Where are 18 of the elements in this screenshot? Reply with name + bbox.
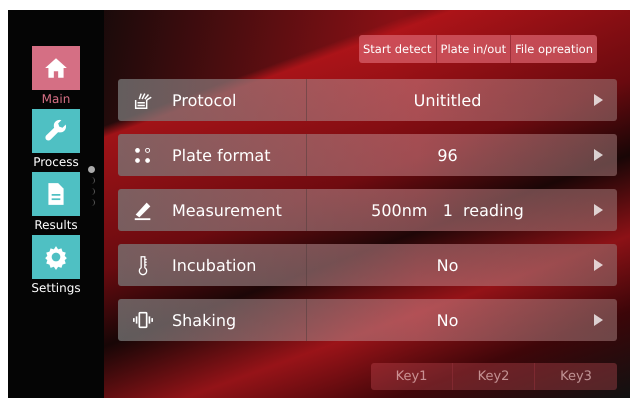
setting-row[interactable]: Plate format 96 <box>118 134 617 176</box>
key-button[interactable]: Key2 <box>453 363 535 390</box>
arrow-icon <box>594 204 603 216</box>
arrow-icon <box>594 149 603 161</box>
arrow-icon <box>594 94 603 106</box>
setting-row[interactable]: Measurement 500nm 1 reading <box>118 189 617 231</box>
setting-row[interactable]: Incubation No <box>118 244 617 286</box>
toolbar-button[interactable]: Start detect <box>358 35 437 63</box>
key-button[interactable]: Key1 <box>371 363 453 390</box>
setting-row[interactable]: Shaking No <box>118 299 617 341</box>
setting-row[interactable]: Protocol Unititled <box>118 79 617 121</box>
vibrate-icon <box>132 309 154 331</box>
toolbar-button[interactable]: File opreation <box>511 35 597 63</box>
toolbar-button[interactable]: Plate in/out <box>436 35 512 63</box>
key-button[interactable]: Key3 <box>535 363 617 390</box>
arrow-icon <box>594 314 603 326</box>
arrow-icon <box>594 259 603 271</box>
gear-icon <box>43 244 69 270</box>
